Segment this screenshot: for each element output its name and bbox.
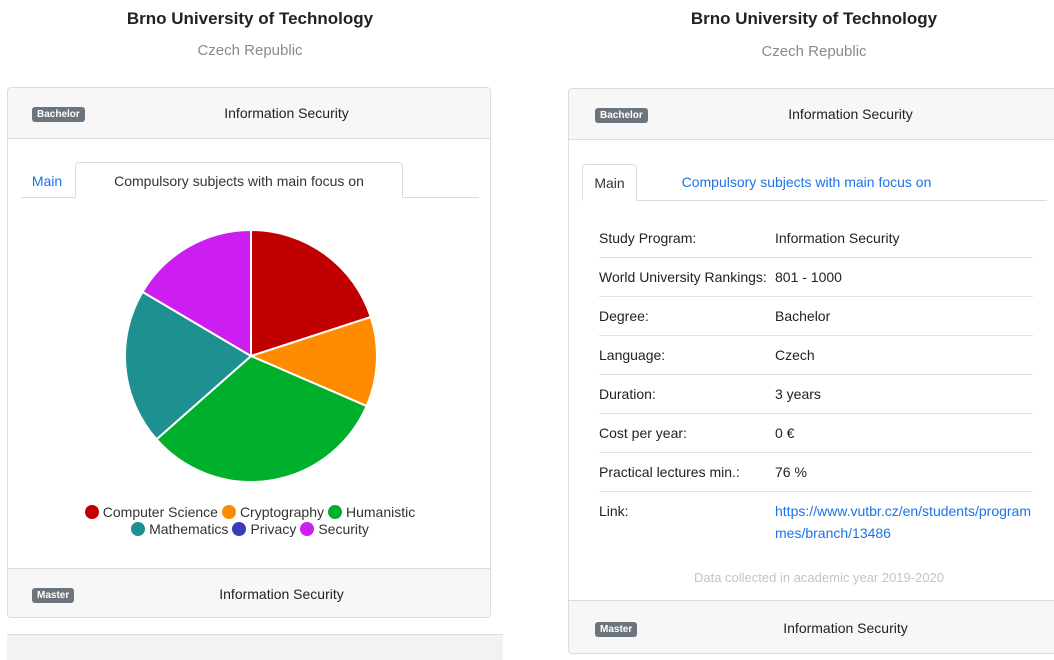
master-program-footer[interactable]: Master Information Security <box>8 568 490 617</box>
chart-legend: Computer Science Cryptography Humanistic M… <box>8 504 490 538</box>
legend-label: Humanistic <box>345 504 416 520</box>
detail-value: 801 - 1000 <box>775 257 1033 297</box>
detail-row: Study Program: Information Security <box>599 219 1033 258</box>
program-name-right: Information Security <box>788 106 913 122</box>
program-header[interactable]: Bachelor Information Security <box>8 88 490 139</box>
program-header-right[interactable]: Bachelor Information Security <box>569 89 1054 140</box>
legend-item-security[interactable]: Security <box>300 521 369 538</box>
detail-row: Cost per year: 0 € <box>599 413 1033 453</box>
detail-row: Practical lectures min.: 76 % <box>599 452 1033 492</box>
master-program-name-right: Information Security <box>783 620 908 636</box>
detail-label: Duration: <box>599 374 775 414</box>
legend-item-privacy[interactable]: Privacy <box>232 521 296 538</box>
legend-item-humanistic[interactable]: Humanistic <box>327 504 416 521</box>
legend-label: Security <box>318 521 369 537</box>
detail-row: Duration: 3 years <box>599 374 1033 414</box>
degree-badge-right: Bachelor <box>595 108 648 123</box>
tabs-divider-right <box>582 200 1047 201</box>
tab-compulsory-subjects[interactable]: Compulsory subjects with main focus on <box>75 162 403 198</box>
master-program-name: Information Security <box>219 586 344 602</box>
next-card-strip <box>7 634 503 660</box>
detail-value: Czech <box>775 335 1033 375</box>
detail-label: Degree: <box>599 296 775 336</box>
detail-label: Study Program: <box>599 219 775 258</box>
tab-main[interactable]: Main <box>21 163 73 198</box>
program-card: Bachelor Information Security Main Compu… <box>7 87 491 618</box>
legend-dot-icon <box>84 505 99 519</box>
legend-dot-icon <box>131 522 146 536</box>
degree-badge: Bachelor <box>32 107 85 122</box>
master-badge-right: Master <box>595 622 638 637</box>
detail-value: https://www.vutbr.cz/en/students/program… <box>775 492 1033 553</box>
data-collected-note: Data collected in academic year 2019-202… <box>693 570 945 585</box>
legend-label: Cryptography <box>239 504 324 520</box>
detail-label: World University Rankings: <box>599 257 775 297</box>
program-link[interactable]: https://www.vutbr.cz/en/students/program… <box>775 503 1031 541</box>
legend-dot-icon <box>300 522 315 536</box>
detail-value: Information Security <box>775 219 1033 258</box>
program-name: Information Security <box>224 105 349 121</box>
legend-item-mathematics[interactable]: Mathematics <box>131 521 228 538</box>
detail-value: Bachelor <box>775 296 1033 336</box>
legend-item-cryptography[interactable]: Cryptography <box>221 504 324 521</box>
detail-label: Language: <box>599 335 775 375</box>
detail-row: Degree: Bachelor <box>599 296 1033 336</box>
detail-value: 3 years <box>775 374 1033 414</box>
program-card-right: Bachelor Information Security Main Compu… <box>568 88 1054 654</box>
tab-compulsory-subjects-right[interactable]: Compulsory subjects with main focus on <box>649 164 964 200</box>
detail-row: World University Rankings: 801 - 1000 <box>599 257 1033 297</box>
tab-main-right[interactable]: Main <box>582 164 637 201</box>
subjects-pie-chart <box>124 228 378 483</box>
university-title: Brno University of Technology <box>126 9 374 28</box>
legend-label: Mathematics <box>149 521 229 537</box>
university-title-right: Brno University of Technology <box>690 9 938 28</box>
detail-label: Practical lectures min.: <box>599 452 775 492</box>
detail-value: 0 € <box>775 413 1033 453</box>
legend-dot-icon <box>221 505 236 519</box>
legend-label: Privacy <box>250 521 297 537</box>
legend-item-computer-science[interactable]: Computer Science <box>84 504 218 521</box>
detail-label: Cost per year: <box>599 413 775 453</box>
detail-row: Language: Czech <box>599 335 1033 375</box>
detail-row: Link: https://www.vutbr.cz/en/students/pr… <box>599 492 1033 553</box>
master-program-footer-right[interactable]: Master Information Security <box>569 600 1054 653</box>
program-details-table: Study Program: Information Security World … <box>599 219 1033 552</box>
legend-dot-icon <box>232 522 247 536</box>
detail-label: Link: <box>599 503 629 519</box>
university-country: Czech Republic <box>197 42 303 59</box>
university-country-right: Czech Republic <box>761 43 867 60</box>
master-badge: Master <box>32 588 75 603</box>
legend-dot-icon <box>327 505 342 519</box>
detail-value: 76 % <box>775 452 1033 492</box>
legend-label: Computer Science <box>102 504 218 520</box>
